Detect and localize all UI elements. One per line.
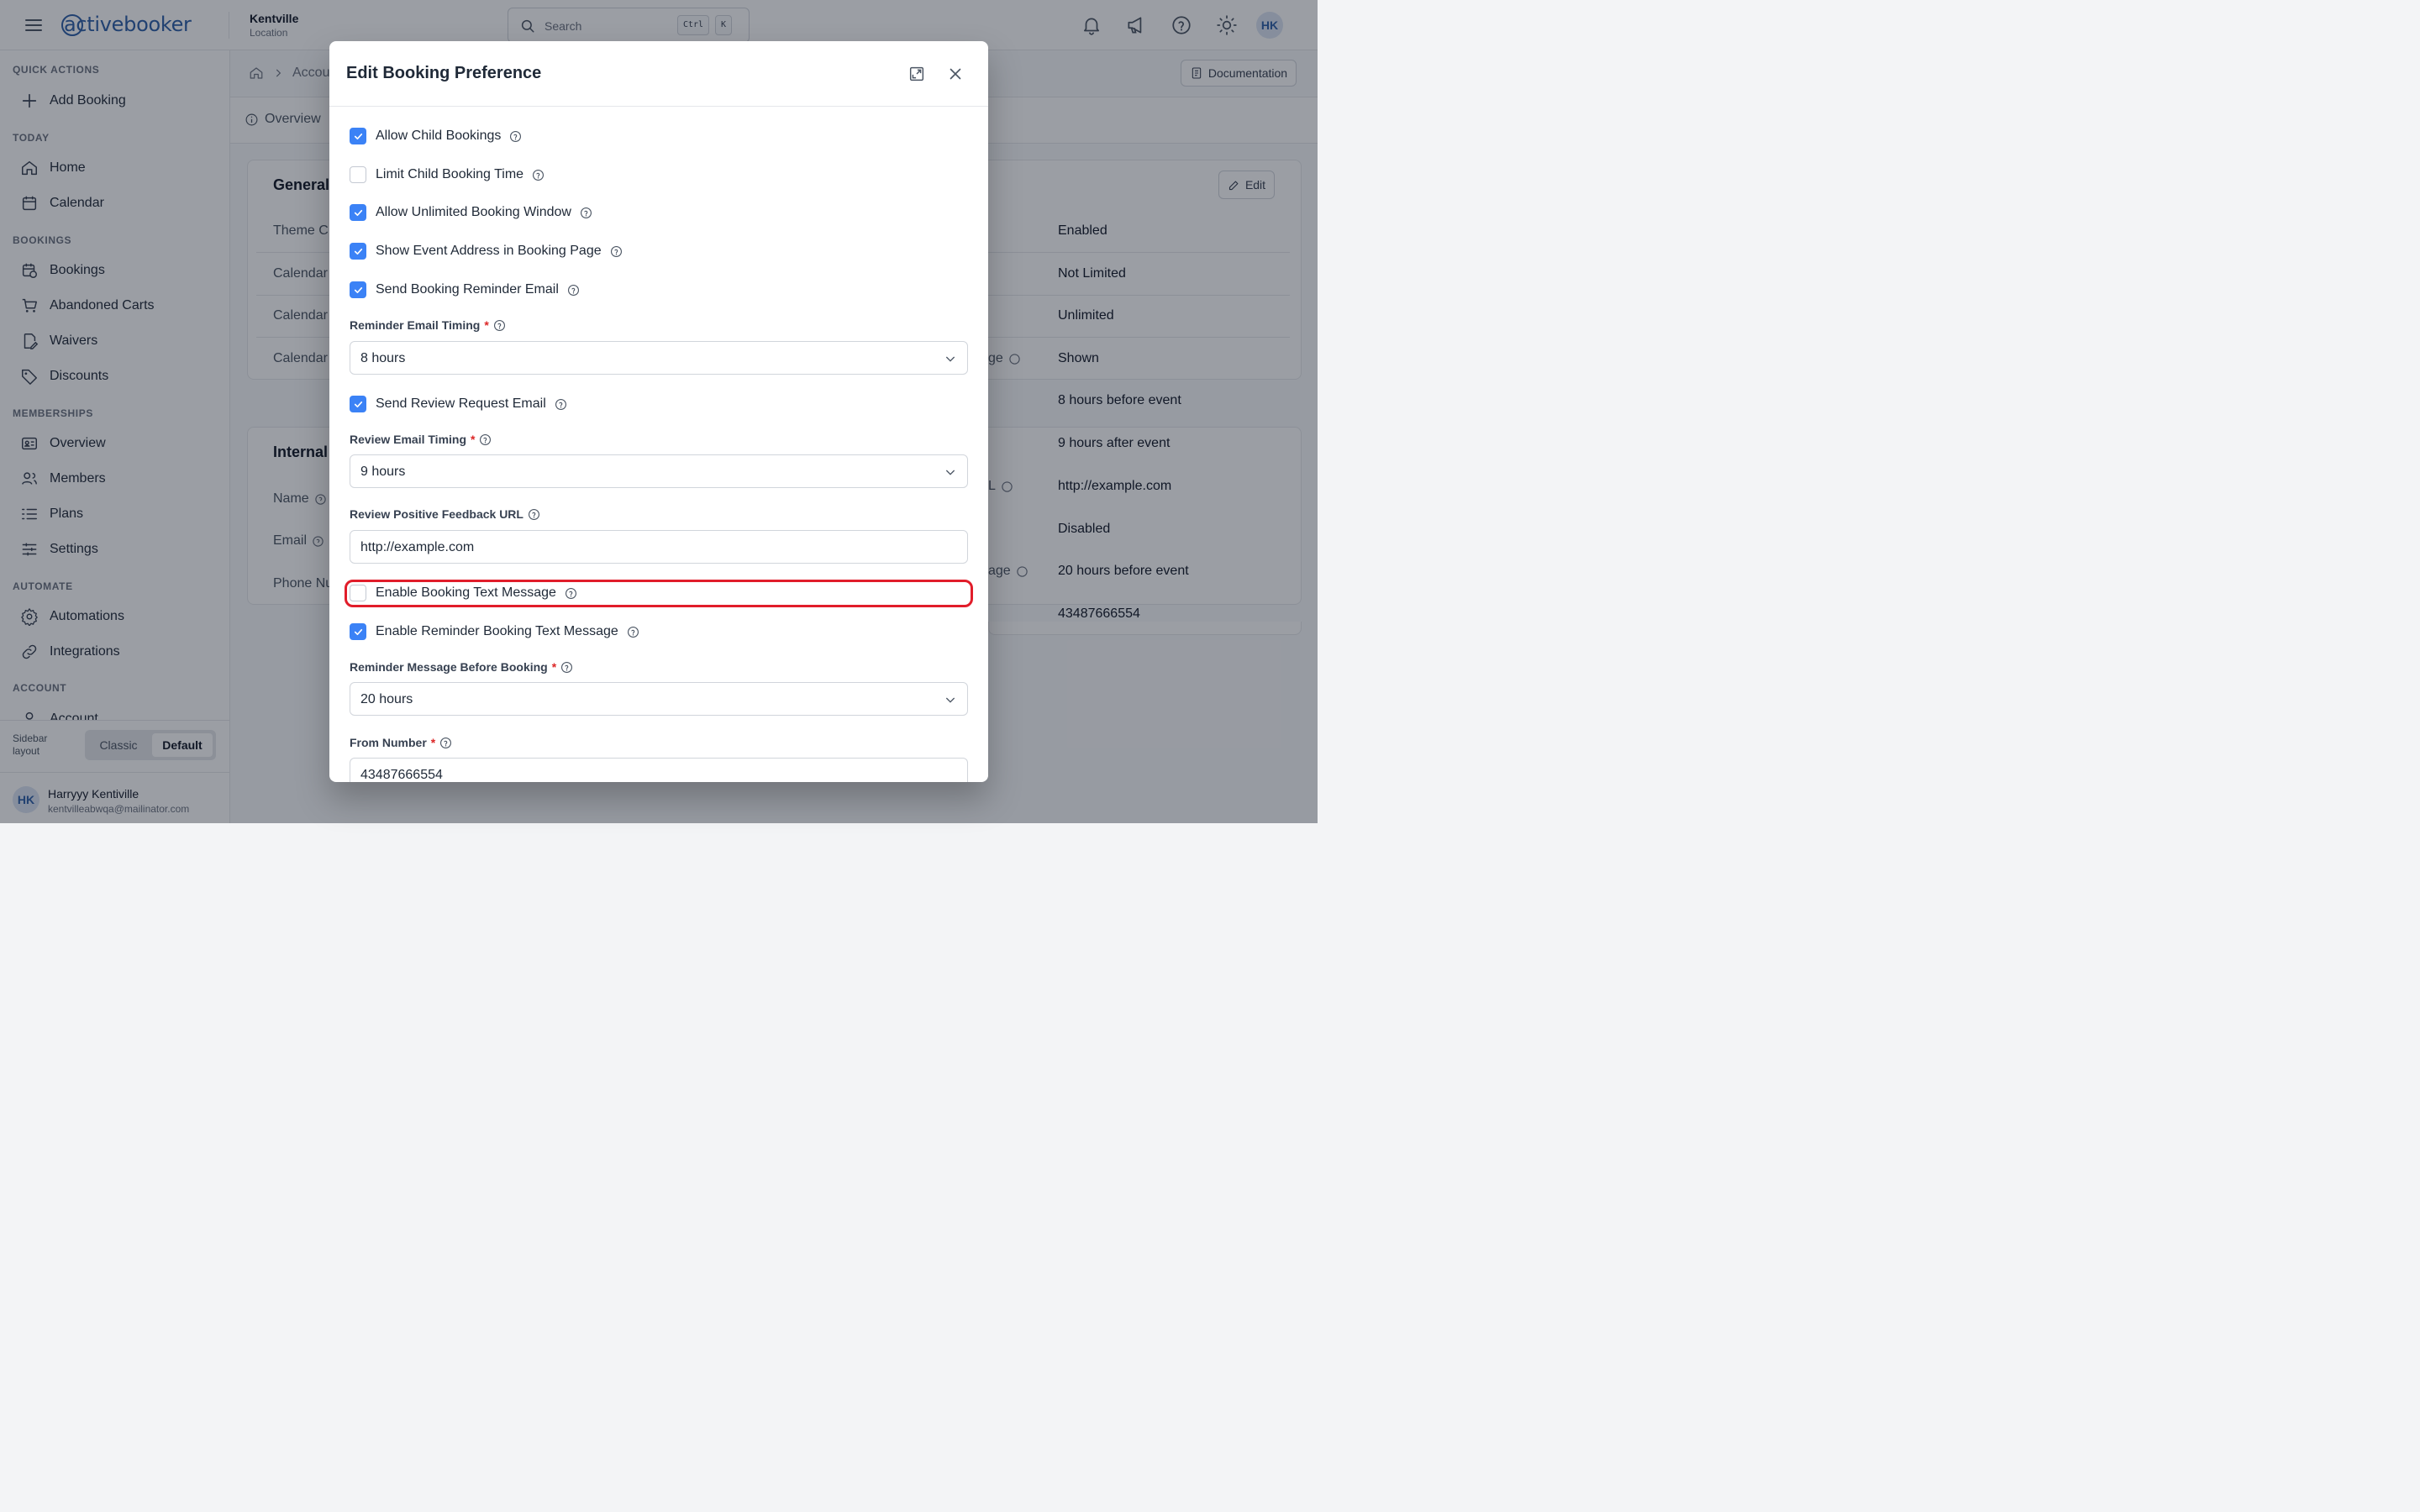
edit-booking-preference-modal: Edit Booking Preference Allow Child Book… xyxy=(329,41,988,782)
reminder-message-select[interactable]: 20 hours xyxy=(350,682,968,716)
chevron-down-icon xyxy=(944,352,957,365)
help-icon xyxy=(528,508,539,520)
limit-child-booking-time-checkbox[interactable] xyxy=(350,166,366,183)
help-icon xyxy=(627,626,639,638)
send-booking-reminder-row: Send Booking Reminder Email xyxy=(350,280,580,300)
highlight-annotation xyxy=(345,580,973,607)
select-value: 20 hours xyxy=(360,692,413,706)
allow-child-bookings-row: Allow Child Bookings xyxy=(350,126,522,146)
show-event-address-checkbox[interactable] xyxy=(350,243,366,260)
allow-child-bookings-checkbox[interactable] xyxy=(350,128,366,144)
modal-title: Edit Booking Preference xyxy=(346,64,542,82)
reminder-message-label: Reminder Message Before Booking * xyxy=(350,660,573,674)
help-icon xyxy=(440,737,452,748)
send-booking-reminder-checkbox[interactable] xyxy=(350,281,366,298)
select-value: 8 hours xyxy=(360,351,406,365)
input-value: http://example.com xyxy=(360,540,475,554)
reminder-email-timing-select[interactable]: 8 hours xyxy=(350,341,968,375)
review-email-timing-select[interactable]: 9 hours xyxy=(350,454,968,488)
review-feedback-url-input[interactable]: http://example.com xyxy=(350,530,968,564)
help-icon xyxy=(610,245,622,257)
modal-header: Edit Booking Preference xyxy=(329,41,988,107)
send-review-request-row: Send Review Request Email xyxy=(350,394,567,414)
help-icon xyxy=(480,433,492,445)
chevron-down-icon xyxy=(944,465,957,479)
help-icon xyxy=(567,284,579,296)
required-mark: * xyxy=(430,736,436,749)
label-text: Review Email Timing xyxy=(350,433,467,446)
limit-child-booking-time-row: Limit Child Booking Time xyxy=(350,165,544,185)
send-review-request-checkbox[interactable] xyxy=(350,396,366,412)
input-value: 43487666554 xyxy=(360,768,443,782)
help-icon xyxy=(561,661,573,673)
select-value: 9 hours xyxy=(360,465,406,479)
from-number-input[interactable]: 43487666554 xyxy=(350,758,968,782)
label-text: From Number xyxy=(350,736,427,749)
required-mark: * xyxy=(471,433,476,446)
enable-reminder-text-message-row: Enable Reminder Booking Text Message xyxy=(350,622,639,642)
help-icon xyxy=(533,169,544,181)
close-icon[interactable] xyxy=(946,65,965,83)
enable-reminder-text-message-checkbox[interactable] xyxy=(350,623,366,640)
from-number-label: From Number * xyxy=(350,736,452,749)
chevron-down-icon xyxy=(944,693,957,706)
required-mark: * xyxy=(551,660,557,674)
checkbox-label[interactable]: Enable Reminder Booking Text Message xyxy=(376,624,618,639)
label-text: Reminder Message Before Booking xyxy=(350,660,548,674)
allow-unlimited-booking-window-row: Allow Unlimited Booking Window xyxy=(350,202,592,223)
help-icon xyxy=(580,207,592,218)
required-mark: * xyxy=(484,318,489,332)
help-icon xyxy=(555,398,566,410)
label-text: Reminder Email Timing xyxy=(350,318,481,332)
review-email-timing-label: Review Email Timing * xyxy=(350,433,492,446)
allow-unlimited-booking-window-checkbox[interactable] xyxy=(350,204,366,221)
checkbox-label[interactable]: Send Review Request Email xyxy=(376,396,546,412)
label-text: Review Positive Feedback URL xyxy=(350,507,523,521)
checkbox-label[interactable]: Show Event Address in Booking Page xyxy=(376,244,602,259)
checkbox-label[interactable]: Limit Child Booking Time xyxy=(376,167,523,182)
expand-icon[interactable] xyxy=(908,65,926,83)
review-feedback-url-label: Review Positive Feedback URL xyxy=(350,507,540,521)
help-icon xyxy=(510,130,522,142)
help-icon xyxy=(493,319,505,331)
checkbox-label[interactable]: Allow Child Bookings xyxy=(376,129,501,144)
show-event-address-row: Show Event Address in Booking Page xyxy=(350,241,623,261)
reminder-email-timing-label: Reminder Email Timing * xyxy=(350,318,506,332)
checkbox-label[interactable]: Send Booking Reminder Email xyxy=(376,282,559,297)
checkbox-label[interactable]: Allow Unlimited Booking Window xyxy=(376,205,571,220)
